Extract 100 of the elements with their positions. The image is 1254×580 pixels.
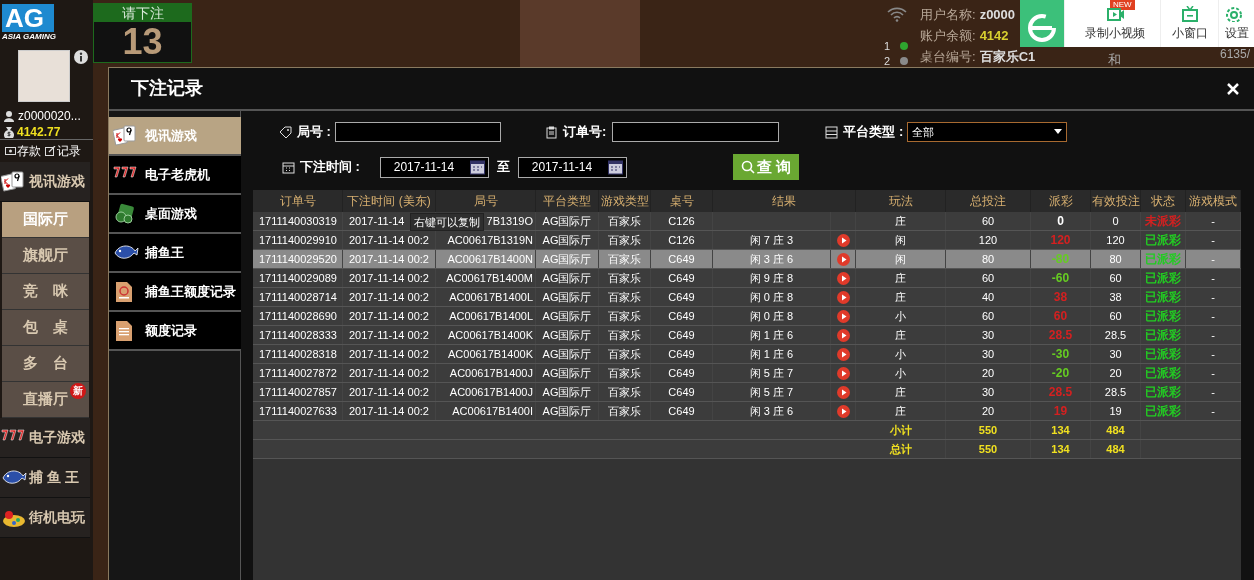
- table-cell: 庄: [856, 269, 946, 287]
- table-row[interactable]: 1711140027872 2017-11-14 00:2 AC00617B1400J AG国际厅 百家乐 C649 闲 5 庄 7 小 20 -20 20 已派彩 -: [253, 364, 1241, 383]
- play-icon[interactable]: [836, 290, 850, 304]
- table-cell: 2017-11-14 00:2: [343, 402, 436, 420]
- wifi-icon: [886, 6, 908, 22]
- table-cell: 闲 9 庄 8: [713, 269, 831, 287]
- play-icon[interactable]: [836, 271, 850, 285]
- table-cell: C649: [651, 250, 713, 268]
- table-cell: 484: [1091, 440, 1141, 458]
- record-nav-item[interactable]: 额度记录: [109, 312, 241, 351]
- close-icon: [1226, 81, 1240, 96]
- table-cell: 1711140027633: [253, 402, 343, 420]
- round-number-field[interactable]: [334, 122, 501, 142]
- table-cell: AG国际厅: [536, 269, 599, 287]
- play-icon[interactable]: [836, 347, 850, 361]
- table-cell: -: [1186, 402, 1241, 420]
- sidebar-category[interactable]: 电子游戏: [0, 418, 90, 458]
- summary-label: 总计: [856, 440, 946, 458]
- table-row[interactable]: 1711140028318 2017-11-14 00:2 AC00617B1400K AG国际厅 百家乐 C649 闲 1 庄 6 小 30 -30 30 已派彩 -: [253, 345, 1241, 364]
- record-nav-item[interactable]: 桌面游戏: [109, 195, 241, 234]
- widget-button[interactable]: 设置: [1218, 0, 1254, 47]
- money-bag-icon: [3, 125, 15, 138]
- table-cell: 百家乐: [599, 364, 651, 382]
- table-cell: 550: [946, 440, 1031, 458]
- table-cell: 20: [946, 364, 1031, 382]
- play-icon[interactable]: [836, 233, 850, 247]
- table-cell: -60: [1031, 269, 1091, 287]
- table-row[interactable]: 1711140028690 2017-11-14 00:2 AC00617B1400L AG国际厅 百家乐 C649 闲 0 庄 8 小 60 60 60 已派彩 -: [253, 307, 1241, 326]
- table-cell: 134: [1031, 421, 1091, 439]
- wallet-icon: [5, 146, 16, 156]
- hall-tab[interactable]: 旗舰厅: [2, 238, 89, 274]
- new-badge: NEW: [1110, 0, 1135, 10]
- calendar-icon: [468, 158, 486, 176]
- table-cell: AG国际厅: [536, 402, 599, 420]
- table-cell: 庄: [856, 383, 946, 401]
- table-row[interactable]: 1711140029089 2017-11-14 00:2 AC00617B1400M AG国际厅 百家乐 C649 闲 9 庄 8 庄 60 -60 60 已派彩 -: [253, 269, 1241, 288]
- table-cell: 闲 1 庄 6: [713, 326, 831, 344]
- table-cell: C649: [651, 383, 713, 401]
- deposit-button[interactable]: 存款: [5, 142, 41, 160]
- table-cell: 百家乐: [599, 269, 651, 287]
- table-row[interactable]: 1711140027857 2017-11-14 00:2 AC00617B1400J AG国际厅 百家乐 C649 闲 5 庄 7 庄 30 28.5 28.5 已派彩 -: [253, 383, 1241, 402]
- table-cell: 已派彩: [1141, 307, 1186, 325]
- date-to-field[interactable]: 2017-11-14: [517, 156, 627, 178]
- table-cell: 百家乐: [599, 307, 651, 325]
- table-cell: 1711140029910: [253, 231, 343, 249]
- table-cell: 550: [946, 421, 1031, 439]
- search-icon: [740, 160, 755, 174]
- table-row[interactable]: 1711140029910 2017-11-14 00:2 AC00617B1319N AG国际厅 百家乐 C126 闲 7 庄 3 闲 120 120 120 已派彩 -: [253, 231, 1241, 250]
- table-cell: 28.5: [1091, 383, 1141, 401]
- table-cell: 19: [1091, 402, 1141, 420]
- table-cell: AG国际厅: [536, 364, 599, 382]
- hall-tab[interactable]: 多 台: [2, 346, 89, 382]
- platform-dropdown[interactable]: 全部: [907, 122, 1068, 142]
- table-cell: AG国际厅: [536, 307, 599, 325]
- table-cell: 2017-11-14 00:2: [343, 364, 436, 382]
- record-button[interactable]: 记录: [45, 142, 81, 160]
- play-icon[interactable]: [836, 404, 850, 418]
- table-row[interactable]: 1711140028714 2017-11-14 00:2 AC00617B1400L AG国际厅 百家乐 C649 闲 0 庄 8 庄 40 38 38 已派彩 -: [253, 288, 1241, 307]
- sidebar-category[interactable]: 捕 鱼 王: [0, 458, 90, 498]
- hall-tab[interactable]: 竞 咪: [2, 274, 89, 310]
- play-icon[interactable]: [836, 366, 850, 380]
- hall-tab[interactable]: 包 桌: [2, 310, 89, 346]
- table-cell: 0: [1091, 212, 1141, 230]
- play-icon[interactable]: [836, 328, 850, 342]
- table-cell: 1711140029520: [253, 250, 343, 268]
- table-cell: 2017-11-14 00:2: [343, 383, 436, 401]
- table-cell: 40: [946, 288, 1031, 306]
- order-number-field[interactable]: [612, 122, 780, 142]
- road-number: 2: [884, 53, 891, 68]
- table-cell: 小: [856, 345, 946, 363]
- record-nav-item[interactable]: 捕鱼王: [109, 234, 241, 273]
- table-cell: C649: [651, 288, 713, 306]
- hall-tab[interactable]: 直播厅 新: [2, 382, 89, 418]
- table-row[interactable]: 1711140028333 2017-11-14 00:2 AC00617B1400K AG国际厅 百家乐 C649 闲 1 庄 6 庄 30 28.5 28.5 已派彩 -: [253, 326, 1241, 345]
- widget-button[interactable]: 小窗口: [1160, 0, 1218, 47]
- table-cell: 已派彩: [1141, 269, 1186, 287]
- table-cell: 1711140028690: [253, 307, 343, 325]
- play-icon[interactable]: [836, 309, 850, 323]
- table-cell: 闲 7 庄 3: [713, 231, 831, 249]
- info-value: 4142: [979, 26, 1009, 45]
- table-row[interactable]: 1711140027633 2017-11-14 00:2 AC00617B1400I AG国际厅 百家乐 C649 闲 3 庄 6 庄 20 19 19 已派彩 -: [253, 402, 1241, 421]
- info-label: 账户余额:: [920, 26, 976, 45]
- date-from-field[interactable]: 2017-11-14: [379, 156, 489, 178]
- table-cell: 庄: [856, 402, 946, 420]
- table-cell: AC00617B1400L: [436, 288, 536, 306]
- sidebar-category[interactable]: 街机电玩: [0, 498, 90, 538]
- record-nav-item[interactable]: 捕鱼王额度记录: [109, 273, 241, 312]
- play-icon[interactable]: [836, 385, 850, 399]
- table-cell: C649: [651, 326, 713, 344]
- cards-icon: [1, 170, 27, 193]
- record-nav-item[interactable]: 电子老虎机: [109, 156, 241, 195]
- table-cell: 百家乐: [599, 402, 651, 420]
- table-cell: -30: [1031, 345, 1091, 363]
- sidebar-category[interactable]: 视讯游戏: [0, 162, 90, 202]
- table-cell: 闲 5 庄 7: [713, 383, 831, 401]
- order-label: 订单号:: [562, 123, 607, 142]
- table-cell: 484: [1091, 421, 1141, 439]
- info-button[interactable]: [74, 50, 88, 64]
- table-cell: -20: [1031, 364, 1091, 382]
- info-icon: [74, 50, 88, 64]
